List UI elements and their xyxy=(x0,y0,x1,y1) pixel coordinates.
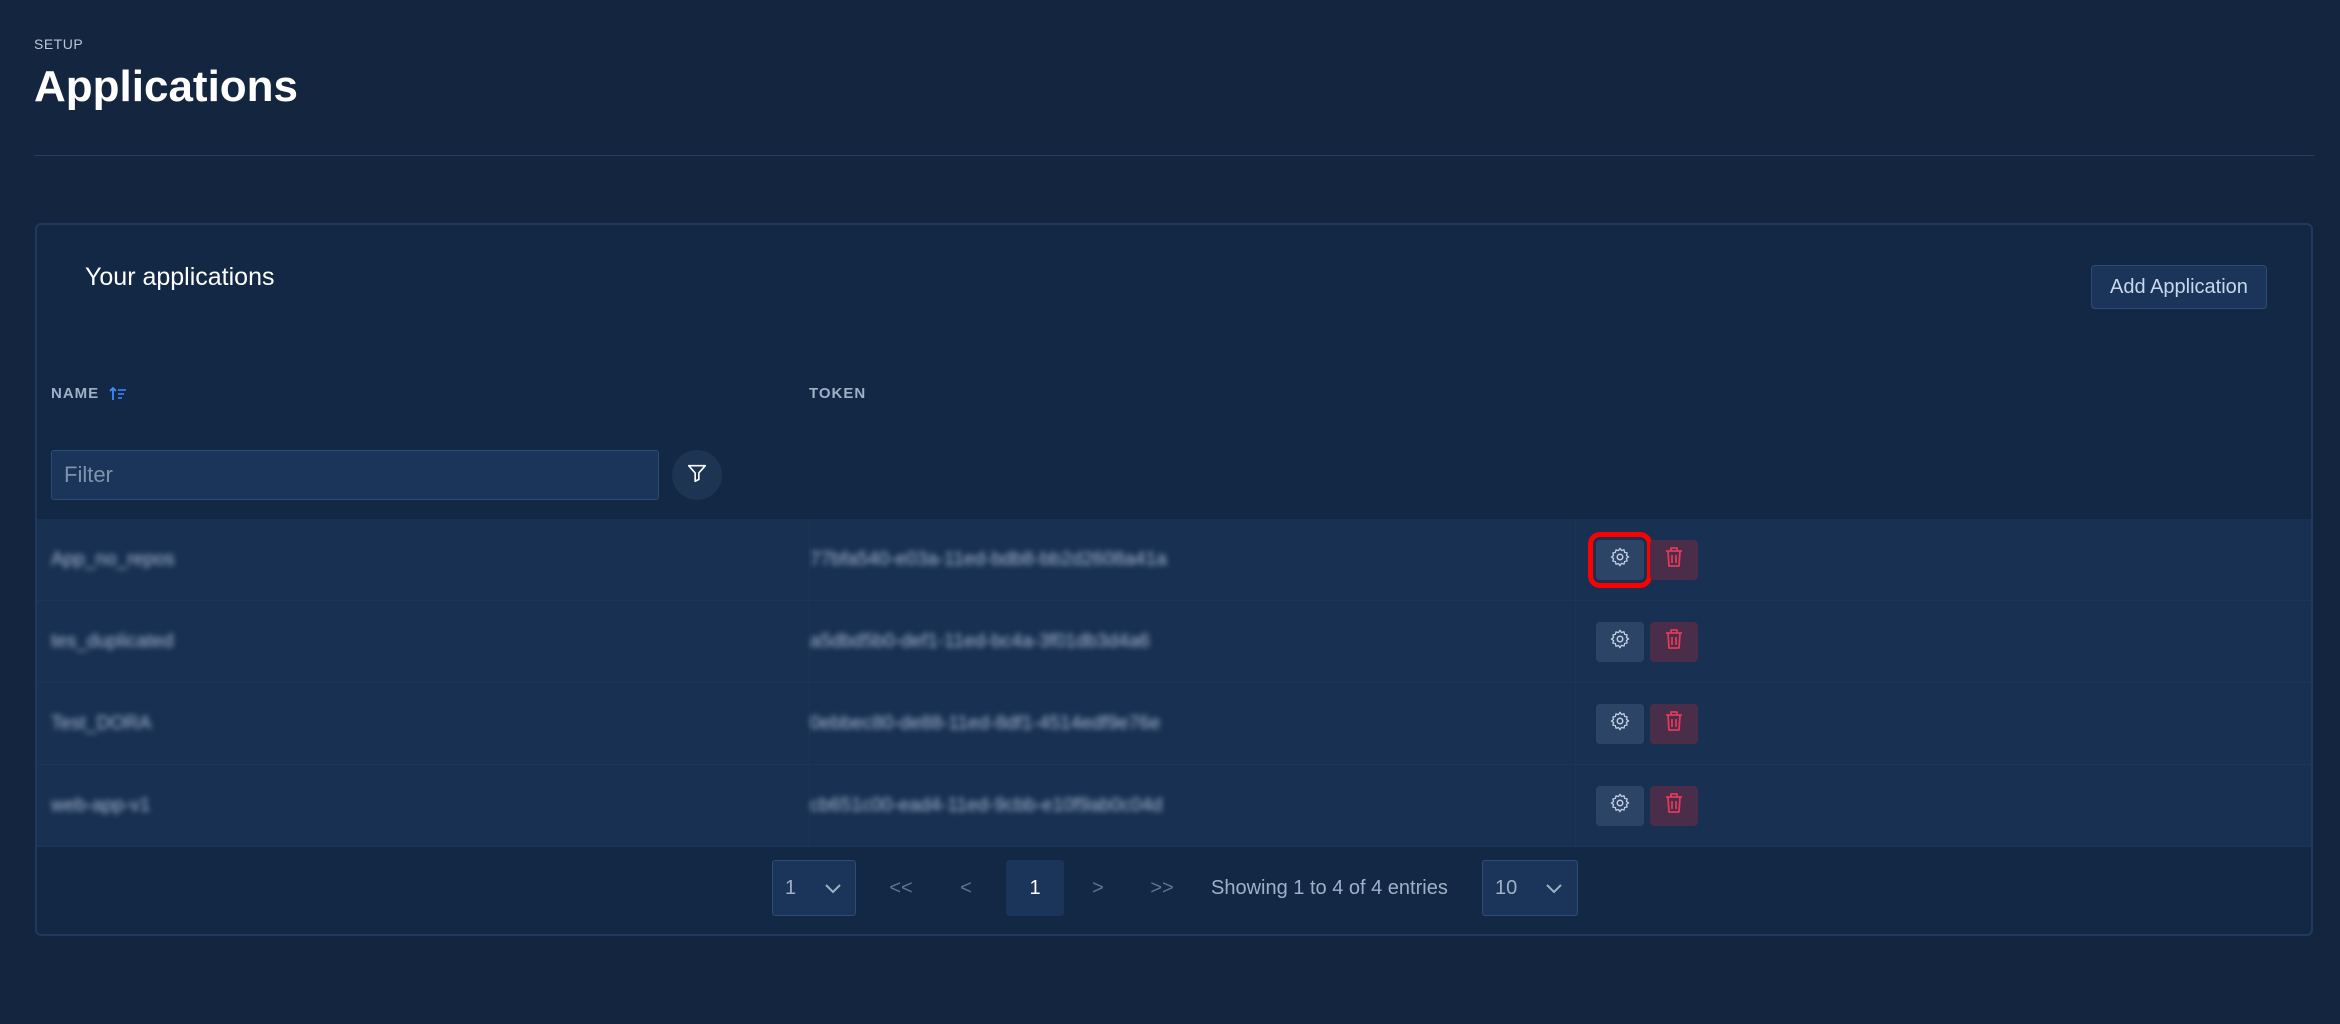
filter-input[interactable] xyxy=(51,450,659,500)
trash-icon xyxy=(1664,628,1684,656)
card-title: Your applications xyxy=(85,263,275,291)
table-row: web-app-v1 cb651c00-ead4-11ed-9cbb-e10f9… xyxy=(37,765,2311,847)
row-actions xyxy=(1575,601,1698,682)
breadcrumb: SETUP xyxy=(34,36,84,52)
column-header-token: TOKEN xyxy=(809,385,866,402)
app-token-cell: a5dbd5b0-def1-11ed-bc4a-3f01db3d4a6 xyxy=(809,601,1570,682)
add-application-button[interactable]: Add Application xyxy=(2091,265,2267,309)
page-size-select[interactable]: 10 xyxy=(1482,860,1578,916)
gear-icon xyxy=(1609,546,1631,574)
settings-button[interactable] xyxy=(1596,785,1644,826)
last-page-button[interactable]: >> xyxy=(1137,860,1187,916)
filter-button[interactable] xyxy=(672,450,722,500)
filter-icon xyxy=(686,462,708,489)
app-token-cell: 77bfa540-e03a-11ed-bdb8-bb2d2608a41a xyxy=(809,519,1570,600)
app-name-cell: tes_duplicated xyxy=(51,630,174,652)
next-page-button[interactable]: > xyxy=(1073,860,1123,916)
app-name-cell: App_no_repos xyxy=(51,548,175,570)
app-token-cell: cb651c00-ead4-11ed-9cbb-e10f9ab0c04d xyxy=(809,765,1570,846)
trash-icon xyxy=(1664,546,1684,574)
page-title: Applications xyxy=(34,62,299,111)
delete-button[interactable] xyxy=(1650,785,1698,826)
chevron-down-icon xyxy=(824,877,842,900)
page-size-value: 10 xyxy=(1495,876,1518,899)
settings-button[interactable] xyxy=(1588,531,1652,588)
table-row: Test_DORA 0ebbec80-de88-11ed-8df1-4514ed… xyxy=(37,683,2311,765)
gear-icon xyxy=(1609,792,1631,820)
column-header-name-label: NAME xyxy=(51,385,100,402)
row-actions xyxy=(1575,519,1698,600)
gear-icon xyxy=(1609,710,1631,738)
column-header-token-label: TOKEN xyxy=(809,385,867,402)
title-divider xyxy=(34,155,2314,156)
settings-button[interactable] xyxy=(1596,703,1644,744)
app-name-cell: web-app-v1 xyxy=(51,794,151,816)
prev-page-button[interactable]: < xyxy=(941,860,991,916)
pagination: 1 << < 1 > >> Showing 1 to 4 of 4 entrie… xyxy=(37,860,2311,918)
row-actions xyxy=(1575,683,1698,764)
trash-icon xyxy=(1664,792,1684,820)
sort-icon[interactable] xyxy=(109,386,127,402)
delete-button[interactable] xyxy=(1650,621,1698,662)
delete-button[interactable] xyxy=(1650,703,1698,744)
current-page-button[interactable]: 1 xyxy=(1006,860,1064,916)
delete-button[interactable] xyxy=(1650,539,1698,580)
row-actions xyxy=(1575,765,1698,846)
first-page-button[interactable]: << xyxy=(876,860,926,916)
table-row: App_no_repos 77bfa540-e03a-11ed-bdb8-bb2… xyxy=(37,519,2311,601)
table-row: tes_duplicated a5dbd5b0-def1-11ed-bc4a-3… xyxy=(37,601,2311,683)
settings-button[interactable] xyxy=(1596,621,1644,662)
page-select-value: 1 xyxy=(785,876,797,899)
trash-icon xyxy=(1664,710,1684,738)
app-name-cell: Test_DORA xyxy=(51,712,152,734)
applications-card: Your applications Add Application NAME T… xyxy=(35,223,2313,936)
gear-icon xyxy=(1609,628,1631,656)
entries-info: Showing 1 to 4 of 4 entries xyxy=(1211,876,1448,899)
column-header-name[interactable]: NAME xyxy=(51,385,127,402)
chevron-down-icon xyxy=(1545,877,1563,900)
page-select[interactable]: 1 xyxy=(772,860,856,916)
app-token-cell: 0ebbec80-de88-11ed-8df1-4514edf9e76e xyxy=(809,683,1570,764)
applications-table-body: App_no_repos 77bfa540-e03a-11ed-bdb8-bb2… xyxy=(37,519,2311,847)
